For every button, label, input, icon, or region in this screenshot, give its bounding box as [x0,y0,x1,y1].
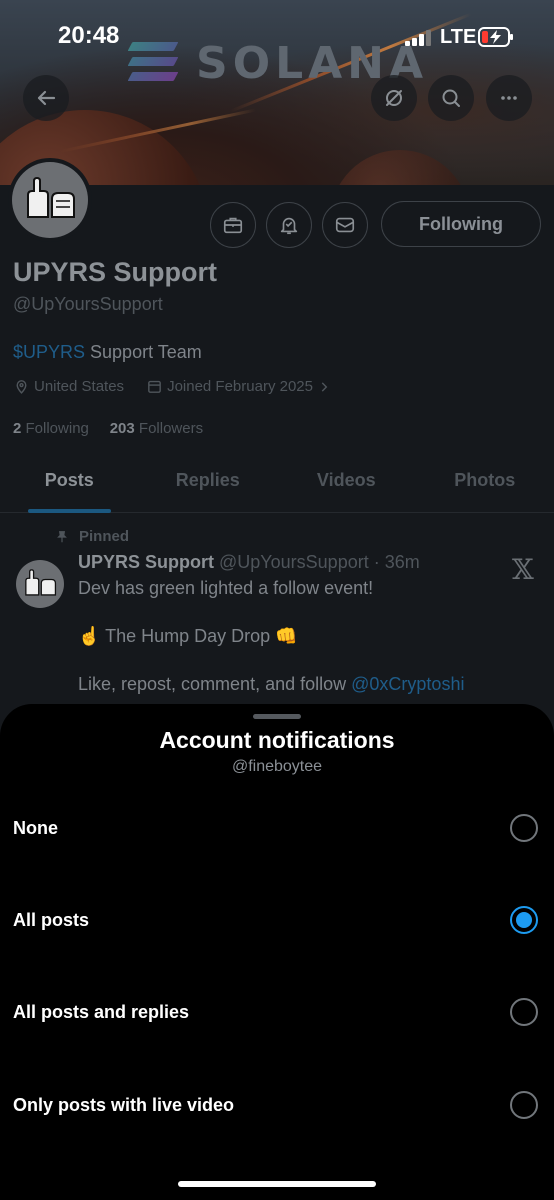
post-header: UPYRS Support @UpYoursSupport · 36m [78,552,420,573]
gift-button[interactable] [210,202,256,248]
following-button[interactable]: Following [381,201,541,247]
joined-item[interactable]: Joined February 2025 [146,378,335,395]
more-button[interactable] [486,75,532,121]
signal-icon [405,30,435,46]
bio-cashtag-link[interactable]: $UPYRS [13,342,85,362]
sheet-grabber[interactable] [253,714,301,719]
mail-icon [335,217,355,233]
pinned-indicator: Pinned [55,528,129,545]
post-text-line: Like, repost, comment, and follow @0xCry… [78,674,465,694]
follow-stats: 2 Following 203 Followers [13,420,203,437]
bio-text: Support Team [85,342,202,362]
bell-check-icon [280,217,298,235]
hand-gesture-avatar-icon [27,177,75,218]
battery-low-charging-icon [478,27,513,47]
location-item: United States [13,378,124,395]
tab-posts[interactable]: Posts [0,455,139,513]
radio-button[interactable] [510,1091,538,1119]
more-horizontal-icon [501,96,517,100]
option-live-video[interactable]: Only posts with live video [0,1059,554,1151]
message-button[interactable] [322,202,368,248]
avatar [12,162,88,238]
post-author-name: UPYRS Support [78,552,215,572]
post-author-meta: @UpYoursSupport · 36m [214,552,420,572]
search-icon [442,89,460,107]
following-stat[interactable]: 2 Following [13,420,89,437]
post-text-line: Dev has green lighted a follow event! [78,578,374,598]
search-button[interactable] [428,75,474,121]
profile-handle: @UpYoursSupport [13,294,163,314]
status-time: 20:48 [58,22,120,49]
home-indicator[interactable] [178,1181,376,1187]
option-all-posts-and-replies[interactable]: All posts and replies [0,966,554,1058]
tab-videos[interactable]: Videos [277,455,416,512]
profile-name: UPYRS Support [13,257,218,287]
status-bar: 20:48 LTE [0,0,554,70]
tab-replies[interactable]: Replies [139,455,278,512]
briefcase-icon [223,217,243,234]
followers-stat[interactable]: 203 Followers [110,420,203,437]
profile-tabs: Posts Replies Videos Photos [0,455,554,513]
grok-button[interactable] [371,75,417,121]
mention-link[interactable]: @0xCryptoshi [351,674,464,694]
post-avatar[interactable] [16,560,64,608]
option-label: All posts and replies [13,1002,190,1022]
option-label: All posts [13,910,90,930]
option-all-posts[interactable]: All posts [0,874,554,966]
sheet-subtitle: @fineboytee [231,758,323,775]
chevron-right-icon [321,381,328,392]
x-logo-icon: 𝕏 [512,553,534,586]
account-notifications-sheet: Account notifications @fineboytee None A… [0,704,554,1200]
planet-graphic [330,150,470,185]
radio-button[interactable] [510,998,538,1026]
joined-text: Joined February 2025 [167,378,313,395]
location-pin-icon [16,380,27,394]
back-button[interactable] [23,75,69,121]
calendar-icon [148,380,161,393]
hand-gesture-avatar-icon [25,569,57,596]
option-label: None [13,818,58,838]
profile-meta: United States Joined February 2025 [13,378,357,395]
sheet-title: Account notifications [159,727,395,753]
location-text: United States [34,378,125,395]
network-label: LTE [440,26,477,48]
radio-button-selected[interactable] [510,906,538,934]
tab-photos[interactable]: Photos [416,455,554,512]
profile-avatar[interactable] [8,158,92,242]
option-none[interactable]: None [0,782,554,874]
notifications-toggle-button[interactable] [266,202,312,248]
radio-button[interactable] [510,814,538,842]
profile-bio: $UPYRS Support Team [13,342,202,363]
option-label: Only posts with live video [13,1095,235,1115]
post-text-line: ☝️ The Hump Day Drop 👊 [78,626,298,646]
arrow-left-icon [37,90,56,106]
slashed-circle-icon [386,90,402,106]
pin-icon [57,530,67,542]
